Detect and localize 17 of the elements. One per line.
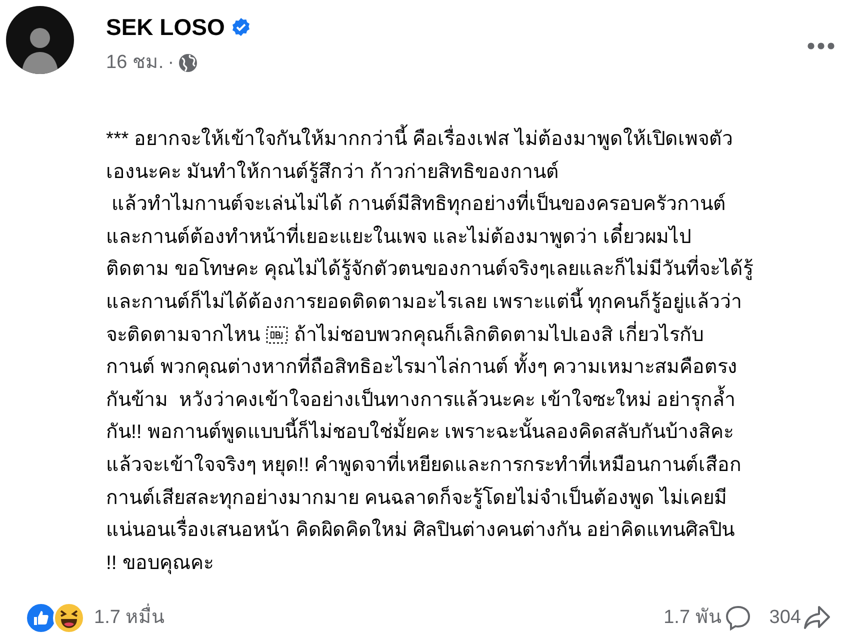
author-name[interactable]: SEK LOSO (106, 10, 225, 44)
post-text: กานต์ พวกคุณต่างหากที่ถือสิทธิอะไรมาไล่กานต์ ทั้งๆ ความเหมาะสมคือตรง กันข้าม หวังว่าคงเข้าใจอย่างเป็นทางการแล้วนะคะ เข้าใจซะใหม่ อย่ารุกล้ำ กัน!! พอกานต์พูดแบบนี้ก็ไม่ชอบใช่มั้ยคะ เพราะฉะนั้นลองคิดสลับกันบ้างสิคะ แล้วจะเข้าใจจริงๆ หยุด!! คำพูดจาที่เหยียดและการกระทำที่เหมือนกานต์เสือก กานต์เสียสละทุกอย่างมากมาย คนฉลาดก็จะรู้โดยไม่จำเป็นต้องพูด ไม่เคยมี แน่นอนเรื่องเสนอหน้า คิดผิดคิดใหม่ ศิลปินต่างคนต่างกัน อย่าคิดแทนศิลปิน !! ขอบคุณคะ (106, 351, 742, 580)
separator: · (168, 50, 174, 74)
post-text: ถ้าไม่ชอบพวกคุณก็เลิกติดตามไปเองสิ เกี่ยวไรกับ (294, 318, 704, 352)
object-placeholder-icon (266, 324, 288, 345)
like-reaction-icon[interactable] (25, 602, 57, 634)
share-arrow-icon[interactable] (803, 605, 831, 631)
post-time[interactable]: 16 ชม. (106, 48, 164, 77)
globe-icon (178, 52, 198, 73)
shares-count[interactable]: 304 (769, 604, 801, 632)
laughing-face-icon[interactable] (53, 602, 85, 634)
post-text: จะติดตามจากไหน (106, 322, 260, 348)
comments-count[interactable]: 1.7 พัน (664, 604, 722, 632)
post-text: *** อยากจะให้เข้าใจกันให้มากกว่านี้ คือเรื่องเฟส ไม่ต้องมาพูดให้เปิดเพจตัว เองนะคะ มันทำให้กานต์รู้สึกว่า ก้าวก่ายสิทธิของกานต์ แล้วทำไมกานต์จะเล่นไม่ได้ กานต์มีสิทธิทุกอย่างที่เป็นของครอบครัวกานต์ และกานต์ต้องทำหน้าที่เยอะแยะในเพจ และไม่ต้องมาพูดว่า เดี๋ยวผมไป ติดตาม ขอโทษคะ คุณไม่ได้รู้จักตัวตนของกานต์จริงๆเลยและก็ไม่มีวันที่จะได้รู้ และกานต์ก็ไม่ได้ต้องการยอดติดตามอะไรเลย เพราะแต่นี้ ทุกคนก็รู้อยู่แล้วว่า (106, 123, 753, 319)
more-options-icon[interactable] (807, 42, 835, 50)
reactions-count[interactable]: 1.7 หมื่น (94, 604, 165, 632)
comment-icon[interactable] (725, 605, 752, 631)
